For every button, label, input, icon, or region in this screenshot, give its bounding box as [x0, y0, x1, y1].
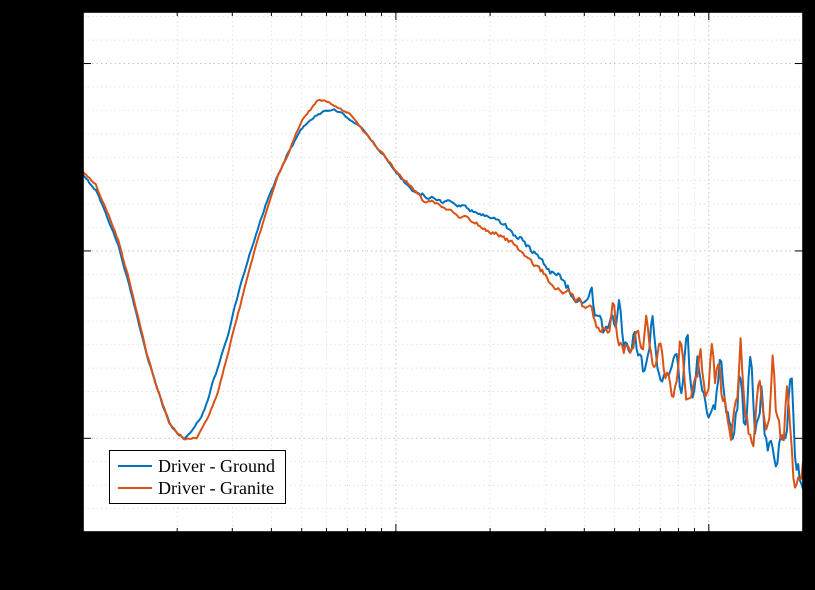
legend-swatch [118, 465, 152, 467]
legend: Driver - GroundDriver - Granite [109, 450, 286, 504]
legend-entry: Driver - Ground [118, 455, 275, 477]
legend-label: Driver - Granite [158, 477, 274, 499]
legend-label: Driver - Ground [158, 455, 275, 477]
legend-swatch [118, 487, 152, 489]
legend-entry: Driver - Granite [118, 477, 275, 499]
